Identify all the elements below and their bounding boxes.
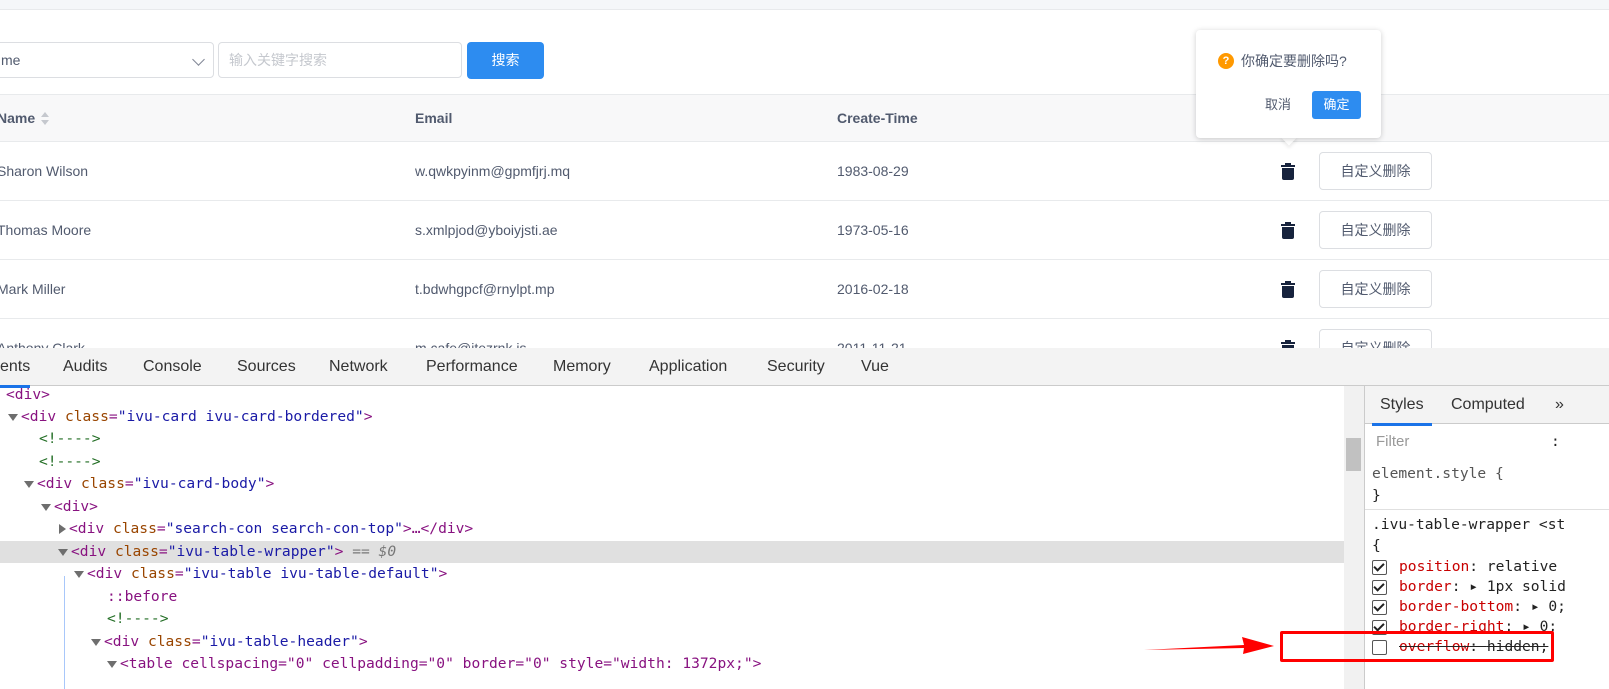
top-strip bbox=[0, 0, 1609, 10]
table-row: Sharon Wilson w.qwkpyinm@gpmfjrj.mq 1983… bbox=[0, 142, 1609, 201]
expand-triangle-icon[interactable] bbox=[8, 413, 18, 421]
tab-styles[interactable]: Styles bbox=[1372, 386, 1432, 426]
annotation-highlight-box bbox=[1280, 631, 1554, 662]
select-value: me bbox=[1, 52, 21, 68]
expand-triangle-icon[interactable] bbox=[91, 638, 101, 646]
column-header-email: Email bbox=[415, 110, 453, 126]
cell-email: t.bdwhgpcf@rnylpt.mp bbox=[415, 281, 555, 297]
property-checkbox[interactable] bbox=[1372, 559, 1387, 575]
dom-node[interactable]: <div class="ivu-card-body"> bbox=[24, 473, 1344, 495]
tab-sources[interactable]: Sources bbox=[237, 348, 296, 386]
cell-name: Sharon Wilson bbox=[0, 163, 89, 179]
styles-tabbar: Styles Computed » bbox=[1365, 386, 1609, 426]
chevron-down-icon bbox=[192, 53, 205, 66]
cell-email: w.qwkpyinm@gpmfjrj.mq bbox=[415, 163, 571, 179]
tab-network[interactable]: Network bbox=[329, 348, 388, 386]
table-row: Thomas Moore s.xmlpjod@yboiyjsti.ae 1973… bbox=[0, 201, 1609, 260]
css-selector[interactable]: .ivu-table-wrapper <st bbox=[1372, 515, 1565, 535]
trash-icon[interactable] bbox=[1281, 281, 1295, 298]
tab-elements[interactable]: ents bbox=[0, 348, 31, 388]
delete-popconfirm: ? 你确定要删除吗? 取消 确定 bbox=[1196, 30, 1381, 138]
property-checkbox[interactable] bbox=[1372, 599, 1387, 615]
property-checkbox[interactable] bbox=[1372, 579, 1387, 595]
dom-comment[interactable]: <!----> bbox=[39, 451, 1344, 473]
annotation-arrow-icon bbox=[1144, 637, 1274, 654]
cell-name: Thomas Moore bbox=[0, 222, 92, 238]
cell-name: Anthony Clark bbox=[0, 340, 85, 348]
rule-open: { bbox=[1372, 537, 1381, 554]
expand-triangle-icon[interactable] bbox=[58, 548, 68, 556]
more-tabs-icon[interactable]: » bbox=[1555, 386, 1564, 424]
dom-node[interactable]: <div> bbox=[6, 386, 1344, 406]
expand-triangle-icon[interactable] bbox=[74, 570, 84, 578]
scrollbar-thumb[interactable] bbox=[1346, 438, 1361, 471]
table-row: Mark Miller t.bdwhgpcf@rnylpt.mp 2016-02… bbox=[0, 260, 1609, 319]
tab-application[interactable]: Application bbox=[649, 348, 727, 386]
dom-node-selected[interactable]: <div class="ivu-table-wrapper"> == $0 bbox=[0, 541, 1344, 563]
tab-vue[interactable]: Vue bbox=[861, 348, 889, 386]
dom-node[interactable]: <div class="ivu-card ivu-card-bordered"> bbox=[8, 406, 1344, 428]
filter-options-icon[interactable]: : bbox=[1551, 432, 1560, 452]
expand-triangle-icon[interactable] bbox=[24, 480, 34, 488]
dom-node[interactable]: <table cellspacing="0" cellpadding="0" b… bbox=[107, 653, 1344, 675]
sort-icon[interactable] bbox=[41, 112, 50, 126]
expand-triangle-icon[interactable] bbox=[41, 503, 51, 511]
column-header-name[interactable]: Name bbox=[0, 95, 50, 141]
rule-separator bbox=[1365, 509, 1609, 510]
cell-email: m.cafe@itezrnk.is bbox=[415, 340, 527, 348]
css-property-border-bottom[interactable]: border-bottom: ▸ 0; bbox=[1372, 597, 1566, 617]
custom-delete-button[interactable]: 自定义删除 bbox=[1319, 211, 1432, 249]
cell-name: Mark Miller bbox=[0, 281, 66, 297]
cell-email: s.xmlpjod@yboiyjsti.ae bbox=[415, 222, 558, 238]
popconfirm-title: 你确定要删除吗? bbox=[1241, 53, 1347, 69]
cell-create-time: 1973-05-16 bbox=[837, 222, 909, 238]
dom-pseudo[interactable]: ::before bbox=[107, 586, 1344, 608]
custom-delete-button[interactable]: 自定义删除 bbox=[1319, 152, 1432, 190]
cell-create-time: 1983-08-29 bbox=[837, 163, 909, 179]
dom-comment[interactable]: <!----> bbox=[39, 428, 1344, 450]
cancel-button[interactable]: 取消 bbox=[1258, 92, 1298, 118]
help-icon: ? bbox=[1218, 53, 1234, 69]
expand-triangle-icon[interactable] bbox=[107, 660, 117, 668]
dom-comment[interactable]: <!----> bbox=[107, 608, 1344, 630]
tab-performance[interactable]: Performance bbox=[426, 348, 518, 386]
tab-console[interactable]: Console bbox=[143, 348, 202, 386]
collapse-triangle-icon[interactable] bbox=[59, 524, 66, 534]
tab-audits[interactable]: Audits bbox=[63, 348, 107, 386]
trash-icon[interactable] bbox=[1281, 222, 1295, 239]
tab-security[interactable]: Security bbox=[767, 348, 825, 386]
cell-create-time: 2016-02-18 bbox=[837, 281, 909, 297]
dom-node[interactable]: <div> bbox=[41, 496, 1344, 518]
field-select[interactable]: me bbox=[0, 42, 214, 78]
tab-computed[interactable]: Computed bbox=[1451, 386, 1525, 424]
tab-memory[interactable]: Memory bbox=[553, 348, 611, 386]
custom-delete-button[interactable]: 自定义删除 bbox=[1319, 329, 1432, 348]
dom-node[interactable]: <div class="search-con search-con-top">…… bbox=[59, 518, 1344, 540]
css-property-position[interactable]: position: relative bbox=[1372, 557, 1557, 577]
styles-filter-input[interactable]: Filter bbox=[1371, 428, 1554, 456]
css-property-border[interactable]: border: ▸ 1px solid bbox=[1372, 577, 1566, 597]
search-button[interactable]: 搜索 bbox=[467, 42, 544, 79]
confirm-button[interactable]: 确定 bbox=[1312, 91, 1361, 119]
rule-close: } bbox=[1372, 487, 1381, 504]
cell-create-time: 2011-11-21 bbox=[837, 340, 907, 348]
dom-node[interactable]: <div class="ivu-table ivu-table-default"… bbox=[74, 563, 1344, 585]
trash-icon[interactable] bbox=[1281, 163, 1295, 180]
search-input[interactable] bbox=[218, 42, 462, 78]
column-header-create-time: Create-Time bbox=[837, 110, 918, 126]
element-style-rule[interactable]: element.style { bbox=[1372, 464, 1504, 484]
custom-delete-button[interactable]: 自定义删除 bbox=[1319, 270, 1432, 308]
indent-guide bbox=[64, 576, 65, 689]
table-row: Anthony Clark m.cafe@itezrnk.is 2011-11-… bbox=[0, 319, 1609, 348]
devtools-tabbar: ents Audits Console Sources Network Perf… bbox=[0, 348, 1609, 388]
trash-icon[interactable] bbox=[1281, 340, 1295, 348]
